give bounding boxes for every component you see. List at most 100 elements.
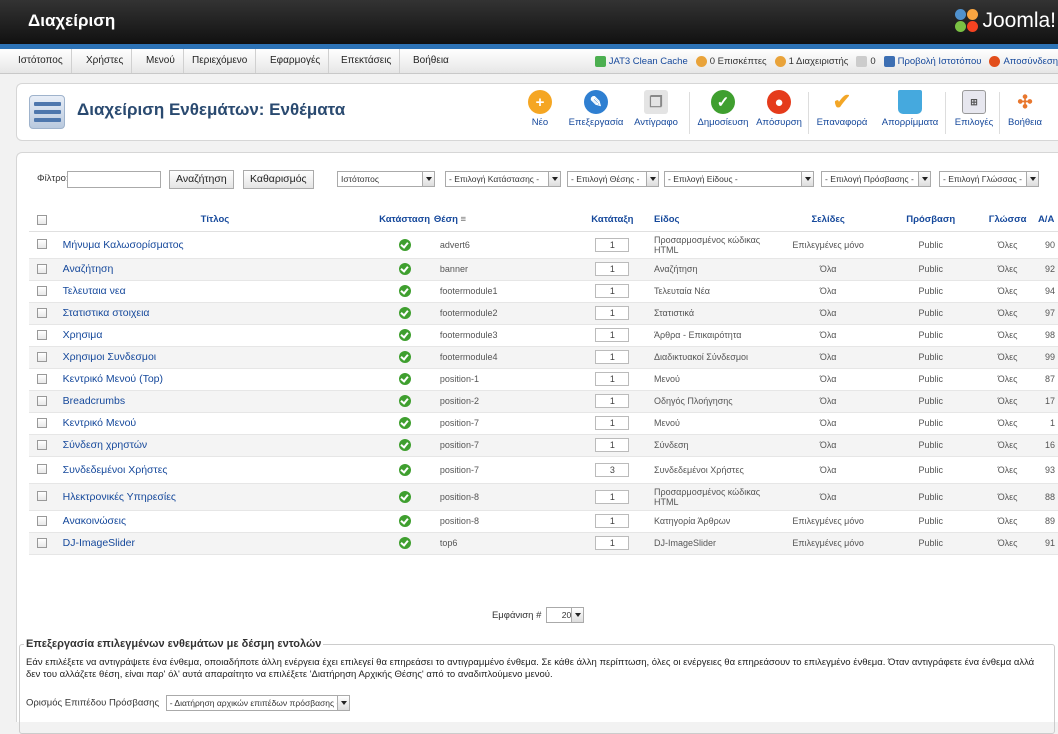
site-select[interactable]: Ιστότοπος <box>337 171 435 187</box>
module-title-link[interactable]: Χρησιμα <box>63 329 103 341</box>
filter-search-input[interactable] <box>67 171 161 188</box>
module-title-link[interactable]: Αναζήτηση <box>63 263 114 275</box>
ordering-input[interactable]: 1 <box>595 438 630 452</box>
row-checkbox[interactable] <box>36 464 47 475</box>
list-limit-select[interactable]: 20 <box>546 607 585 623</box>
ordering-input[interactable]: 1 <box>595 416 630 430</box>
menu-users[interactable]: Χρήστες <box>78 49 133 73</box>
ordering-input[interactable]: 1 <box>595 284 630 298</box>
module-title-link[interactable]: Στατιστικα στοιχεια <box>63 307 150 319</box>
published-icon[interactable] <box>398 417 411 429</box>
ordering-input[interactable]: 1 <box>595 350 630 364</box>
row-checkbox[interactable] <box>36 439 47 450</box>
ordering-input[interactable]: 1 <box>595 237 630 252</box>
ordering-input[interactable]: 1 <box>595 306 630 320</box>
row-checkbox[interactable] <box>36 373 47 384</box>
ordering-input[interactable]: 1 <box>595 262 630 276</box>
search-button[interactable]: Αναζήτηση <box>169 170 234 189</box>
ordering-input[interactable]: 1 <box>595 394 630 408</box>
ordering-input[interactable]: 1 <box>595 372 630 386</box>
language-cell: Όλες <box>981 302 1034 325</box>
row-checkbox[interactable] <box>36 395 47 406</box>
row-checkbox[interactable] <box>36 239 47 250</box>
ordering-input[interactable]: 1 <box>595 328 630 342</box>
col-pages[interactable]: Σελίδες <box>776 209 880 232</box>
published-icon[interactable] <box>398 490 411 503</box>
row-checkbox[interactable] <box>36 537 47 548</box>
row-checkbox[interactable] <box>36 263 47 274</box>
published-icon[interactable] <box>398 238 411 251</box>
logout-link[interactable]: Αποσύνδεση <box>989 55 1058 67</box>
module-title-link[interactable]: Σύνδεση χρηστών <box>63 439 148 451</box>
help-button[interactable]: ✣ Βοήθεια <box>1005 90 1045 129</box>
col-type[interactable]: Είδος <box>654 209 777 232</box>
ordering-input[interactable]: 1 <box>595 514 630 528</box>
checkin-button[interactable]: ✔ Επαναφορά <box>812 89 872 128</box>
clean-cache-link[interactable]: JAT3 Clean Cache <box>594 55 688 67</box>
view-site-link[interactable]: Προβολή Ιστοτόπου <box>883 55 981 67</box>
module-title-link[interactable]: Μήνυμα Καλωσορίσματος <box>63 239 184 251</box>
select-all-checkbox[interactable] <box>36 214 47 225</box>
type-select[interactable]: - Επιλογή Είδους - <box>664 171 814 187</box>
col-access[interactable]: Πρόσβαση <box>879 209 982 232</box>
col-position[interactable]: Θέση ≡ <box>433 209 571 232</box>
copy-button[interactable]: ❐ Αντίγραφο <box>631 90 681 128</box>
options-button[interactable]: ⊞ Επιλογές <box>951 90 997 128</box>
module-title-link[interactable]: Χρησιμοι Συνδεσμοι <box>63 351 156 363</box>
module-title-link[interactable]: Ανακοινώσεις <box>63 515 126 527</box>
access-select[interactable]: - Επιλογή Πρόσβασης - <box>821 171 931 187</box>
module-title-link[interactable]: DJ-ImageSlider <box>63 537 135 549</box>
menu-menus[interactable]: Μενού <box>138 49 184 73</box>
col-status[interactable]: Κατάσταση <box>375 209 434 232</box>
row-checkbox[interactable] <box>36 491 47 502</box>
published-icon[interactable] <box>398 351 411 363</box>
menu-extensions[interactable]: Επεκτάσεις <box>333 49 401 73</box>
published-icon[interactable] <box>398 537 411 549</box>
menu-components[interactable]: Εφαρμογές <box>262 49 330 73</box>
clear-button[interactable]: Καθαρισμός <box>243 170 314 189</box>
menu-help[interactable]: Βοήθεια <box>405 49 457 73</box>
row-checkbox[interactable] <box>36 351 47 362</box>
col-ordering[interactable]: Κατάταξη <box>570 209 654 232</box>
state-select[interactable]: - Επιλογή Κατάστασης - <box>445 171 561 187</box>
ordering-input[interactable]: 1 <box>595 536 630 550</box>
row-checkbox[interactable] <box>36 515 47 526</box>
position-cell: position-7 <box>433 434 571 457</box>
row-checkbox[interactable] <box>36 329 47 340</box>
published-icon[interactable] <box>398 285 411 297</box>
published-icon[interactable] <box>398 463 411 476</box>
new-button[interactable]: + Νέο <box>525 90 555 128</box>
menu-site[interactable]: Ιστότοπος <box>10 49 72 73</box>
module-title-link[interactable]: Τελευταια νεα <box>63 285 126 297</box>
edit-button[interactable]: ✎ Επεξεργασία <box>566 90 626 128</box>
row-checkbox[interactable] <box>36 307 47 318</box>
col-id[interactable]: Α/Α <box>1033 209 1058 232</box>
trash-button[interactable]: Απορρίμματα <box>879 90 941 128</box>
ordering-input[interactable]: 3 <box>595 462 630 477</box>
ordering-input[interactable]: 1 <box>595 489 630 504</box>
language-select[interactable]: - Επιλογή Γλώσσας - <box>939 171 1039 187</box>
unpublish-button[interactable]: ● Απόσυρση <box>754 90 804 128</box>
module-title-link[interactable]: Κεντρικό Μενού (Top) <box>63 373 163 385</box>
module-title-link[interactable]: Συνδεδεμένοι Χρήστες <box>63 464 168 476</box>
published-icon[interactable] <box>398 439 411 451</box>
publish-button[interactable]: ✓ Δημοσίευση <box>695 90 751 128</box>
row-checkbox[interactable] <box>36 417 47 428</box>
module-title-link[interactable]: Breadcrumbs <box>63 395 125 407</box>
messages-count[interactable]: 0 <box>856 55 876 67</box>
menu-content[interactable]: Περιεχόμενο <box>184 49 257 73</box>
module-title-link[interactable]: Ηλεκτρονικές Υπηρεσίες <box>63 491 176 503</box>
published-icon[interactable] <box>398 307 411 319</box>
published-icon[interactable] <box>398 263 411 275</box>
published-icon[interactable] <box>398 515 411 527</box>
published-icon[interactable] <box>398 329 411 341</box>
row-checkbox[interactable] <box>36 285 47 296</box>
col-title[interactable]: Τίτλος <box>54 209 376 232</box>
access-cell: Public <box>879 456 982 484</box>
published-icon[interactable] <box>398 373 411 385</box>
batch-access-select[interactable]: - Διατήρηση αρχικών επιπέδων πρόσβασης - <box>165 695 350 711</box>
published-icon[interactable] <box>398 395 411 407</box>
position-select[interactable]: - Επιλογή Θέσης - <box>567 171 659 187</box>
module-title-link[interactable]: Κεντρικό Μενού <box>63 417 137 429</box>
col-language[interactable]: Γλώσσα <box>981 209 1034 232</box>
